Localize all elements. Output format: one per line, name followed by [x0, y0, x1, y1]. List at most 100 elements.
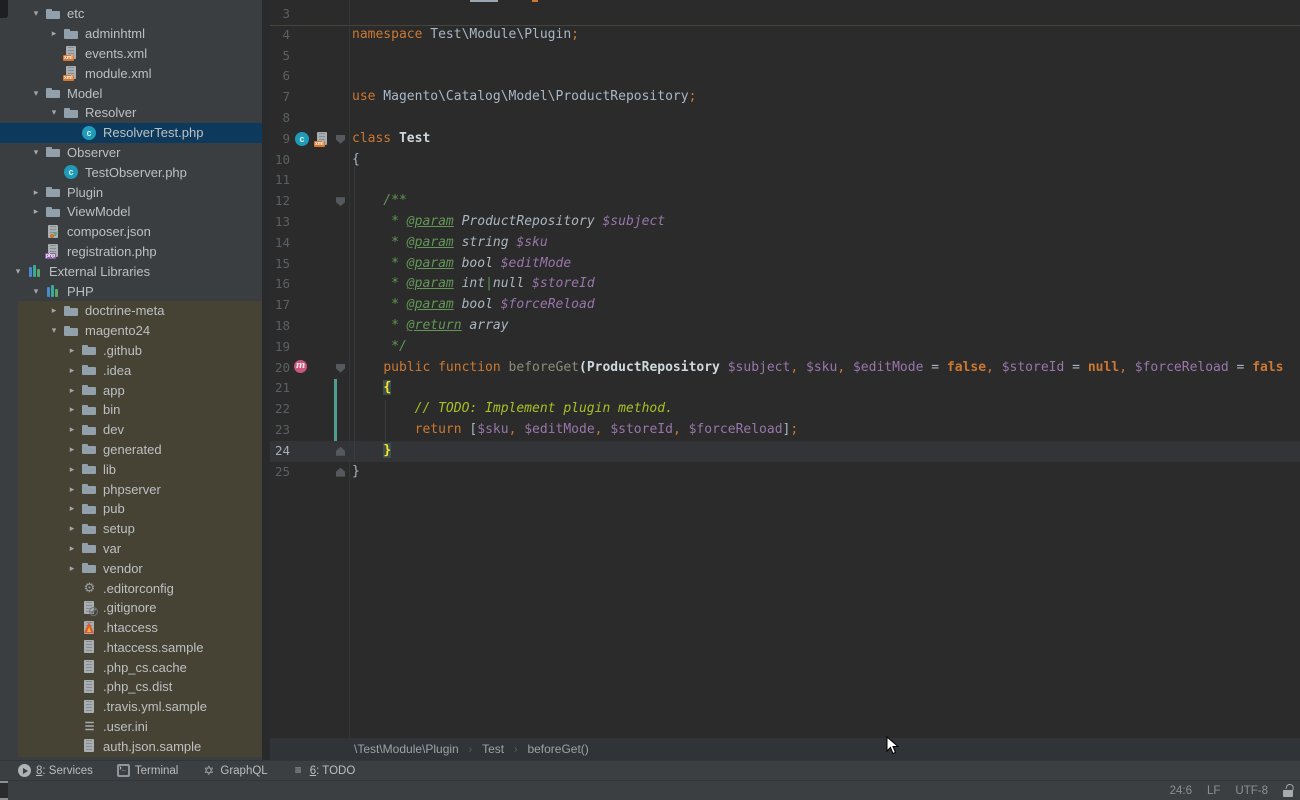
line-number[interactable]: 10 — [272, 150, 290, 171]
line-number[interactable]: 16 — [272, 274, 290, 295]
code-line-20[interactable]: public function beforeGet(ProductReposit… — [352, 358, 1300, 379]
line-number[interactable]: 7 — [272, 87, 290, 108]
toolwindow-button-6-todo[interactable]: ≡6: TODO — [292, 764, 356, 777]
gutter-row[interactable]: 13 — [270, 212, 349, 233]
tree-item-resolver[interactable]: ▾Resolver — [0, 103, 262, 123]
breadcrumb-item[interactable]: Test — [482, 742, 504, 756]
code-line-17[interactable]: * @param bool $forceReload — [352, 295, 1300, 316]
php-class-icon[interactable] — [294, 131, 311, 147]
fold-up-icon[interactable] — [336, 468, 345, 477]
code-line-22[interactable]: // TODO: Implement plugin method. — [352, 399, 1300, 420]
file-encoding[interactable]: UTF-8 — [1235, 785, 1268, 797]
gutter-row[interactable]: 22 — [270, 399, 349, 420]
line-number[interactable]: 5 — [272, 46, 290, 67]
fold-down-icon[interactable] — [336, 197, 345, 206]
tree-item-auth-json-sample[interactable]: auth.json.sample — [0, 736, 262, 756]
toolwindow-button-8-services[interactable]: 8: Services — [18, 764, 93, 777]
gutter-row[interactable]: 25 — [270, 462, 349, 483]
breadcrumb-item[interactable]: beforeGet() — [527, 742, 588, 756]
line-number[interactable]: 15 — [272, 254, 290, 275]
gutter-row[interactable]: 8 — [270, 108, 349, 129]
line-number[interactable]: 18 — [272, 316, 290, 337]
line-number[interactable]: 19 — [272, 337, 290, 358]
code-line-15[interactable]: * @param bool $editMode — [352, 254, 1300, 275]
chevron-right-icon[interactable]: ▸ — [63, 385, 81, 396]
chevron-right-icon[interactable]: ▸ — [63, 543, 81, 554]
code-line-11[interactable] — [352, 170, 1300, 191]
code-line-16[interactable]: * @param int|null $storeId — [352, 274, 1300, 295]
tree-item-events-xml[interactable]: xmlevents.xml — [0, 44, 262, 64]
gutter-row[interactable]: 12 — [270, 191, 349, 212]
gutter-row[interactable]: 9xml — [270, 129, 349, 150]
tree-item-external-libraries[interactable]: ▾External Libraries — [0, 261, 262, 281]
gutter-row[interactable]: 14 — [270, 233, 349, 254]
tree-item-app[interactable]: ▸app — [0, 380, 262, 400]
gutter-row[interactable]: 24 — [270, 441, 349, 462]
line-number[interactable]: 20 — [272, 358, 290, 379]
tree-item-registration-php[interactable]: phpregistration.php — [0, 242, 262, 262]
tree-item-observer[interactable]: ▾Observer — [0, 143, 262, 163]
gutter-row[interactable]: 17 — [270, 295, 349, 316]
caret-position[interactable]: 24:6 — [1170, 785, 1192, 797]
tree-item-pub[interactable]: ▸pub — [0, 499, 262, 519]
gutter-row[interactable]: 6 — [270, 66, 349, 87]
code-line-8[interactable] — [352, 108, 1300, 129]
tree-item--travis-yml-sample[interactable]: .travis.yml.sample — [0, 697, 262, 717]
line-separator[interactable]: LF — [1207, 785, 1220, 797]
line-number[interactable]: 11 — [272, 170, 290, 191]
tree-item--github[interactable]: ▸.github — [0, 341, 262, 361]
tree-item-generated[interactable]: ▸generated — [0, 440, 262, 460]
line-number[interactable]: 8 — [272, 108, 290, 129]
chevron-right-icon[interactable]: ▸ — [45, 28, 63, 39]
chevron-right-icon[interactable]: ▸ — [27, 187, 45, 198]
code-line-13[interactable]: * @param ProductRepository $subject — [352, 212, 1300, 233]
line-number[interactable]: 9 — [272, 129, 290, 150]
method-icon[interactable] — [294, 360, 311, 376]
chevron-right-icon[interactable]: ▸ — [63, 523, 81, 534]
chevron-right-icon[interactable]: ▸ — [45, 305, 63, 316]
gutter-row[interactable]: 4 — [270, 25, 349, 46]
chevron-right-icon[interactable]: ▸ — [63, 503, 81, 514]
code-line-14[interactable]: * @param string $sku — [352, 233, 1300, 254]
tree-item-viewmodel[interactable]: ▸ViewModel — [0, 202, 262, 222]
code-line-6[interactable] — [352, 66, 1300, 87]
chevron-down-icon[interactable]: ▾ — [45, 107, 63, 118]
tree-item-vendor[interactable]: ▸vendor — [0, 558, 262, 578]
code-editor[interactable]: 3456789xml101112131415161718192021222324… — [270, 0, 1300, 738]
tree-item--gitignore[interactable]: .gitignore — [0, 598, 262, 618]
line-number[interactable]: 21 — [272, 378, 290, 399]
tree-item-resolvertest-php[interactable]: ResolverTest.php — [0, 123, 262, 143]
tree-item-doctrine-meta[interactable]: ▸doctrine-meta — [0, 301, 262, 321]
line-number[interactable]: 4 — [272, 25, 290, 46]
code-line-10[interactable]: { — [352, 150, 1300, 171]
tree-item--php-cs-cache[interactable]: .php_cs.cache — [0, 657, 262, 677]
code-line-24[interactable]: } — [352, 441, 1300, 462]
toolwindow-button-graphql[interactable]: ✡GraphQL — [202, 764, 267, 777]
fold-down-icon[interactable] — [336, 364, 345, 373]
tree-item-model[interactable]: ▾Model — [0, 83, 262, 103]
tree-item--htaccess-sample[interactable]: .htaccess.sample — [0, 638, 262, 658]
chevron-right-icon[interactable]: ▸ — [63, 464, 81, 475]
line-number[interactable]: 12 — [272, 191, 290, 212]
gutter-row[interactable]: 20 — [270, 358, 349, 379]
chevron-right-icon[interactable]: ▸ — [63, 484, 81, 495]
gutter-row[interactable]: 21 — [270, 378, 349, 399]
gutter-row[interactable]: 3 — [270, 4, 349, 25]
chevron-down-icon[interactable]: ▾ — [45, 325, 63, 336]
tree-item--idea[interactable]: ▸.idea — [0, 360, 262, 380]
tree-item-phpserver[interactable]: ▸phpserver — [0, 479, 262, 499]
gutter-row[interactable]: 5 — [270, 46, 349, 67]
line-number[interactable]: 17 — [272, 295, 290, 316]
line-number[interactable]: 14 — [272, 233, 290, 254]
tree-item--editorconfig[interactable]: ⚙.editorconfig — [0, 578, 262, 598]
line-number[interactable]: 3 — [272, 4, 290, 25]
lock-open-icon[interactable] — [1283, 784, 1294, 797]
tree-item--htaccess[interactable]: .htaccess — [0, 618, 262, 638]
code-line-18[interactable]: * @return array — [352, 316, 1300, 337]
tree-item-dev[interactable]: ▸dev — [0, 420, 262, 440]
chevron-right-icon[interactable]: ▸ — [63, 424, 81, 435]
gutter-row[interactable]: 10 — [270, 150, 349, 171]
gutter-row[interactable]: 16 — [270, 274, 349, 295]
tree-item-composer-json[interactable]: composer.json — [0, 222, 262, 242]
line-number[interactable]: 25 — [272, 462, 290, 483]
